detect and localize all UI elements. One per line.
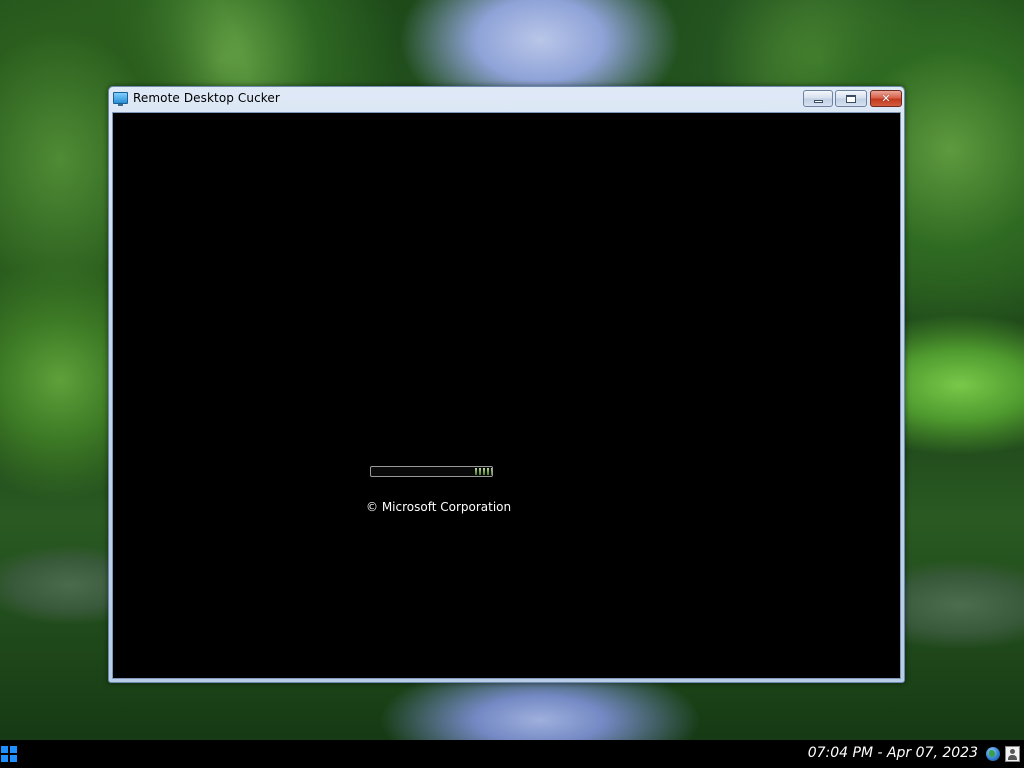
progress-segment	[487, 468, 489, 475]
progress-segment	[491, 468, 492, 475]
taskbar-clock[interactable]: 07:04 PM - Apr 07, 2023	[808, 745, 978, 761]
progress-segment	[479, 468, 481, 475]
boot-progress-bar	[370, 466, 493, 477]
windows-logo-icon	[10, 755, 17, 762]
globe-icon[interactable]	[986, 747, 1000, 761]
maximize-button[interactable]	[835, 90, 867, 107]
start-button[interactable]	[1, 746, 17, 762]
desktop-wallpaper: Remote Desktop Cucker ✕ © Microsoft Corp…	[0, 0, 1024, 740]
window-title: Remote Desktop Cucker	[133, 91, 280, 105]
close-button[interactable]: ✕	[870, 90, 902, 107]
windows-logo-icon	[1, 755, 8, 762]
boot-progress-segments	[475, 468, 492, 475]
user-icon[interactable]	[1005, 746, 1020, 762]
maximize-icon	[846, 94, 856, 103]
progress-segment	[475, 468, 477, 475]
progress-segment	[483, 468, 485, 475]
windows-logo-icon	[1, 746, 8, 753]
minimize-icon	[813, 99, 823, 103]
copyright-text: © Microsoft Corporation	[366, 500, 512, 514]
remote-desktop-window[interactable]: Remote Desktop Cucker ✕ © Microsoft Corp…	[108, 86, 905, 683]
monitor-icon	[113, 92, 128, 106]
window-titlebar[interactable]: Remote Desktop Cucker ✕	[109, 87, 904, 111]
taskbar: 07:04 PM - Apr 07, 2023	[0, 740, 1024, 768]
close-icon: ✕	[881, 92, 891, 105]
minimize-button[interactable]	[803, 90, 833, 107]
remote-session-screen[interactable]: © Microsoft Corporation	[112, 112, 901, 679]
windows-logo-icon	[10, 746, 17, 753]
